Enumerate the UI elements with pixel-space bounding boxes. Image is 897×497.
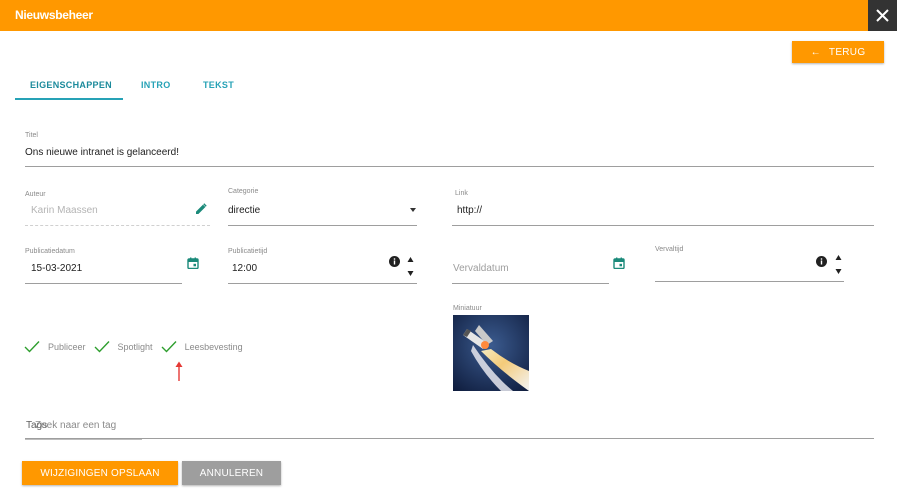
annotation-arrow-icon <box>175 361 183 381</box>
checkbox-group: Publiceer Spotlight Leesbevesting <box>24 340 251 353</box>
tab-tekst[interactable]: TEKST <box>203 80 234 90</box>
titel-underline <box>25 166 874 167</box>
checkbox-leesbevesting[interactable]: Leesbevesting <box>161 340 243 353</box>
auteur-input: Karin Maassen <box>31 205 98 216</box>
arrow-left-icon: ← <box>810 46 821 58</box>
link-label: Link <box>455 190 468 197</box>
vervaldatum-underline <box>452 283 609 284</box>
categorie-underline <box>228 225 417 226</box>
check-icon <box>161 341 177 353</box>
active-tab-indicator <box>15 98 123 100</box>
calendar-icon[interactable] <box>187 257 199 269</box>
cancel-button[interactable]: ANNULEREN <box>182 461 281 485</box>
tab-intro[interactable]: INTRO <box>141 80 171 90</box>
tab-eigenschappen[interactable]: EIGENSCHAPPEN <box>30 80 112 90</box>
auteur-underline <box>25 225 210 226</box>
dropdown-arrow-icon[interactable] <box>410 208 416 212</box>
publicatiedatum-input[interactable]: 15-03-2021 <box>31 263 82 274</box>
categorie-label: Categorie <box>228 188 259 195</box>
vervaltijd-underline <box>655 281 844 282</box>
pencil-icon[interactable] <box>195 203 207 215</box>
titel-input[interactable]: Ons nieuwe intranet is gelanceerd! <box>25 147 179 158</box>
close-icon <box>876 9 889 22</box>
stepper-icon[interactable] <box>835 254 842 276</box>
tags-underline <box>25 438 874 439</box>
info-icon[interactable] <box>816 256 827 267</box>
checkbox-label: Spotlight <box>117 341 153 352</box>
checkbox-label: Leesbevesting <box>184 341 243 352</box>
window-title: Nieuwsbeheer <box>15 8 93 22</box>
close-button[interactable] <box>868 0 897 31</box>
vervaltijd-label: Vervaltijd <box>655 246 684 253</box>
back-button[interactable]: ← TERUG <box>792 41 884 63</box>
publicatietijd-input[interactable]: 12:00 <box>232 263 257 274</box>
miniatuur-label: Miniatuur <box>453 305 482 312</box>
publicatiedatum-label: Publicatiedatum <box>25 248 75 255</box>
checkbox-spotlight[interactable]: Spotlight <box>94 340 153 353</box>
auteur-label: Auteur <box>25 191 46 198</box>
vervaldatum-input[interactable]: Vervaldatum <box>453 263 509 274</box>
check-icon <box>24 341 40 353</box>
info-icon[interactable] <box>389 256 400 267</box>
link-input[interactable]: http:// <box>457 205 482 216</box>
thumbnail-image[interactable] <box>453 315 529 391</box>
check-icon <box>94 341 110 353</box>
publicatietijd-underline <box>228 283 417 284</box>
link-underline <box>452 225 874 226</box>
stepper-icon[interactable] <box>407 256 414 278</box>
tag-input-underline <box>25 439 142 440</box>
checkbox-label: Publiceer <box>48 341 86 352</box>
publicatietijd-label: Publicatietijd <box>228 248 268 255</box>
calendar-icon[interactable] <box>613 257 625 269</box>
checkbox-publiceer[interactable]: Publiceer <box>24 340 86 353</box>
publicatiedatum-underline <box>25 283 182 284</box>
tag-search-input[interactable]: Zoek naar een tag <box>35 420 116 431</box>
titel-label: Titel <box>25 132 38 139</box>
save-changes-button[interactable]: WIJZIGINGEN OPSLAAN <box>22 461 178 485</box>
space-shuttle-image <box>453 315 529 391</box>
categorie-select[interactable]: directie <box>228 205 260 216</box>
back-button-label: TERUG <box>828 46 866 58</box>
title-bar: Nieuwsbeheer <box>0 0 897 31</box>
